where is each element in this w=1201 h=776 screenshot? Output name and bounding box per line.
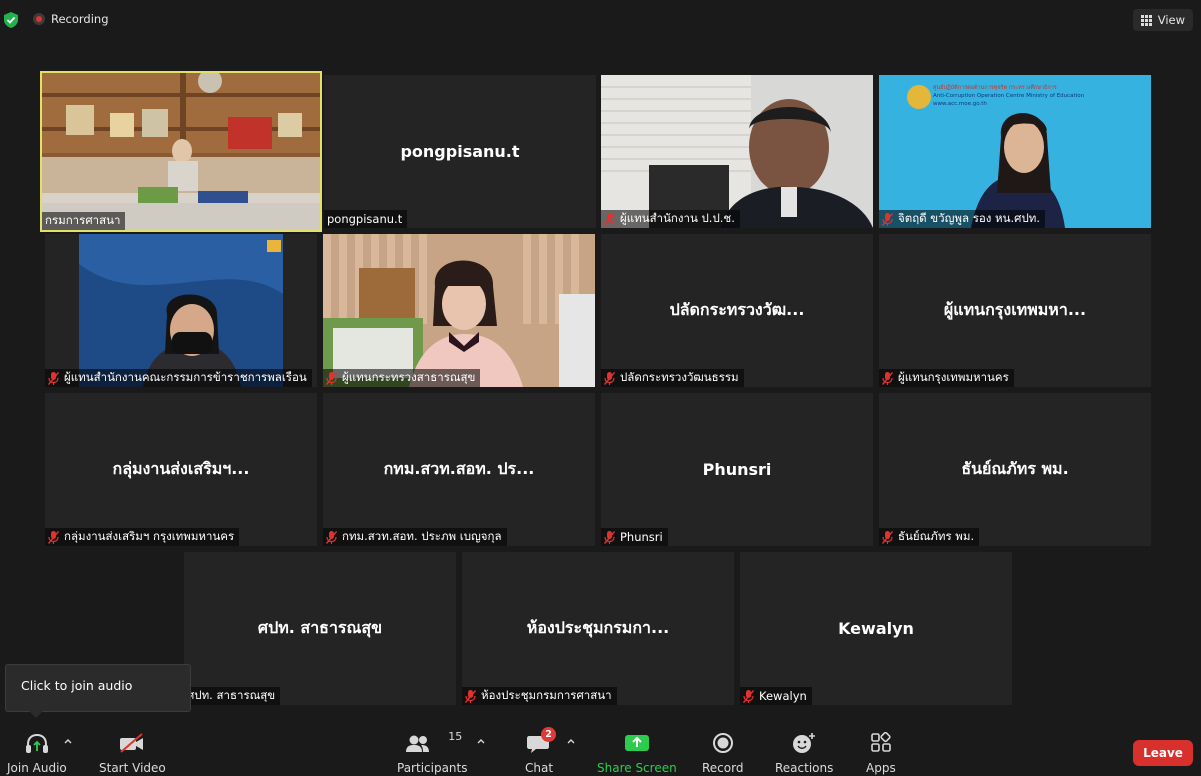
- chat-label: Chat: [525, 761, 554, 775]
- participants-count: 15: [448, 730, 463, 743]
- share-screen-button[interactable]: Share Screen: [597, 730, 677, 775]
- participant-name-label: ปลัดกระทรวงวัฒนธรรม: [601, 369, 744, 387]
- mic-muted-icon: [743, 689, 754, 703]
- recording-dot-icon: [33, 13, 45, 25]
- participant-name-label: ห้องประชุมกรมการศาสนา: [462, 687, 617, 705]
- meeting-toolbar: Join Audio Start Video 15 Participants 2…: [0, 722, 1201, 776]
- mic-muted-icon: [326, 371, 337, 385]
- view-label: View: [1157, 13, 1185, 27]
- start-video-label: Start Video: [99, 761, 166, 775]
- chat-unread-badge: 2: [541, 727, 557, 742]
- office-video-feed: [42, 73, 320, 230]
- participant-center-name: กลุ่มงานส่งเสริมฯ...: [112, 459, 250, 478]
- woman-office-video-feed: [323, 234, 595, 387]
- view-button[interactable]: View: [1132, 9, 1193, 31]
- participant-center-name: กทม.สวท.สอท. ปร...: [383, 459, 535, 478]
- participant-center-name: ธันย์ณภัทร พม.: [961, 459, 1069, 478]
- video-tile-8[interactable]: กลุ่มงานส่งเสริมฯ... กลุ่มงานส่งเสริมฯ ก…: [45, 393, 317, 546]
- video-tile-13[interactable]: ห้องประชุมกรมกา... ห้องประชุมกรมการศาสนา: [462, 552, 734, 705]
- video-tile-2[interactable]: ผู้แทนสำนักงาน ป.ป.ช.: [601, 75, 873, 228]
- man-video-feed: [601, 75, 873, 228]
- leave-button[interactable]: Leave: [1133, 740, 1193, 766]
- participant-name-label: ผู้แทนสำนักงานคณะกรรมการข้าราชการพลเรือน: [45, 369, 312, 387]
- apps-label: Apps: [866, 761, 896, 775]
- participant-name-label: กรมการศาสนา: [42, 212, 126, 230]
- participant-name-label: กลุ่มงานส่งเสริมฯ กรุงเทพมหานคร: [45, 528, 240, 546]
- encryption-shield-icon[interactable]: [3, 11, 19, 29]
- participant-name-label: ศปท. สาธารณสุข: [184, 687, 281, 705]
- chat-button[interactable]: 2 Chat: [525, 727, 557, 775]
- start-video-button[interactable]: Start Video: [99, 730, 166, 775]
- participants-button[interactable]: 15 Participants: [397, 730, 468, 775]
- video-tile-3[interactable]: ศูนย์ปฏิบัติการต่อต้านการทุจริต กระทรวงศ…: [879, 75, 1151, 228]
- participant-center-name: Kewalyn: [838, 619, 914, 638]
- participant-name-label: ธันย์ณภัทร พม.: [879, 528, 980, 546]
- join-audio-button[interactable]: Join Audio: [7, 730, 67, 775]
- share-screen-icon: [624, 735, 649, 751]
- reactions-label: Reactions: [775, 761, 834, 775]
- chat-options-caret-icon[interactable]: [566, 736, 576, 746]
- mic-muted-icon: [48, 530, 59, 544]
- mic-muted-icon: [882, 371, 893, 385]
- reactions-button[interactable]: Reactions: [775, 730, 833, 775]
- participants-icon: [406, 735, 430, 752]
- mic-muted-icon: [604, 212, 615, 226]
- meeting-window: Recording View กรมการศาสนา pongpisanu.t …: [0, 0, 1201, 776]
- video-tile-7[interactable]: ผู้แทนกรุงเทพมหา... ผู้แทนกรุงเทพมหานคร: [879, 234, 1151, 387]
- mic-muted-icon: [882, 530, 893, 544]
- join-audio-tooltip: Click to join audio: [5, 664, 191, 712]
- participant-name-label: ผู้แทนสำนักงาน ป.ป.ช.: [601, 210, 740, 228]
- mic-muted-icon: [604, 371, 615, 385]
- record-icon: [712, 733, 733, 753]
- video-tile-6[interactable]: ปลัดกระทรวงวัฒ... ปลัดกระทรวงวัฒนธรรม: [601, 234, 873, 387]
- tooltip-arrow: [29, 711, 43, 718]
- grid-view-icon: [1140, 14, 1152, 26]
- mic-muted-icon: [882, 212, 893, 226]
- participant-name-label: Kewalyn: [740, 687, 812, 705]
- recording-label: Recording: [51, 12, 109, 26]
- participant-name-label: pongpisanu.t: [324, 210, 408, 228]
- video-tile-11[interactable]: ธันย์ณภัทร พม. ธันย์ณภัทร พม.: [879, 393, 1151, 546]
- apps-button[interactable]: Apps: [866, 730, 896, 775]
- participant-name-label: Phunsri: [601, 528, 668, 546]
- record-button[interactable]: Record: [702, 730, 743, 775]
- video-off-icon: [120, 733, 144, 753]
- participant-center-name: Phunsri: [702, 460, 772, 479]
- recording-indicator[interactable]: Recording: [33, 12, 109, 26]
- video-tile-10[interactable]: Phunsri Phunsri: [601, 393, 873, 546]
- participant-name-label: ผู้แทนกรุงเทพมหานคร: [879, 369, 1014, 387]
- tooltip-text: Click to join audio: [21, 678, 133, 693]
- acc-banner-text: ศูนย์ปฏิบัติการต่อต้านการทุจริต กระทรวงศ…: [933, 85, 1085, 107]
- woman-mask-video-feed: [45, 234, 317, 387]
- video-tile-4[interactable]: ผู้แทนสำนักงานคณะกรรมการข้าราชการพลเรือน: [45, 234, 317, 387]
- participant-center-name: ห้องประชุมกรมกา...: [526, 618, 670, 637]
- headphones-icon: [25, 733, 48, 753]
- video-tile-9[interactable]: กทม.สวท.สอท. ปร... กทม.สวท.สอท. ประภพ เบ…: [323, 393, 595, 546]
- participant-center-name: ผู้แทนกรุงเทพมหา...: [943, 300, 1087, 319]
- mic-muted-icon: [326, 530, 337, 544]
- participant-center-name: pongpisanu.t: [400, 142, 520, 161]
- record-label: Record: [702, 761, 744, 775]
- share-screen-label: Share Screen: [597, 761, 677, 775]
- participant-name-label: กทม.สวท.สอท. ประภพ เบญจกุล: [323, 528, 507, 546]
- apps-icon: [871, 732, 891, 752]
- join-audio-label: Join Audio: [7, 761, 67, 775]
- video-tile-12[interactable]: ศปท. สาธารณสุข ศปท. สาธารณสุข: [184, 552, 456, 705]
- video-tile-1[interactable]: pongpisanu.t pongpisanu.t: [324, 75, 596, 228]
- mic-muted-icon: [48, 371, 59, 385]
- participant-name-label: จิตฤดี ขวัญพูล รอง หน.ศปท.: [879, 210, 1045, 228]
- participant-name-label: ผู้แทนกระทรวงสาธารณสุข: [323, 369, 481, 387]
- video-tile-0[interactable]: กรมการศาสนา: [40, 71, 322, 232]
- video-tile-14[interactable]: Kewalyn Kewalyn: [740, 552, 1012, 705]
- smiley-icon: [793, 733, 816, 753]
- audio-options-caret-icon[interactable]: [63, 736, 73, 746]
- video-tile-5[interactable]: ผู้แทนกระทรวงสาธารณสุข: [323, 234, 595, 387]
- participants-options-caret-icon[interactable]: [476, 736, 486, 746]
- mic-muted-icon: [465, 689, 476, 703]
- participant-center-name: ปลัดกระทรวงวัฒ...: [669, 300, 805, 319]
- participants-label: Participants: [397, 761, 468, 775]
- mic-muted-icon: [604, 530, 615, 544]
- participant-center-name: ศปท. สาธารณสุข: [257, 618, 383, 637]
